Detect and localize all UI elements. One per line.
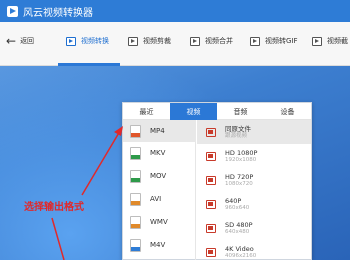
preset-text: 640P 960x640 bbox=[225, 197, 249, 212]
video-preset-icon bbox=[206, 223, 216, 233]
preset-name: 640P bbox=[225, 196, 242, 205]
file-format-icon bbox=[130, 192, 141, 206]
back-button[interactable]: ← 返回 bbox=[6, 34, 35, 48]
preset-resolution: 跟源视频 bbox=[225, 132, 248, 139]
format-name: MP4 bbox=[150, 127, 165, 135]
annotation-label: 选择输出格式 bbox=[24, 202, 84, 213]
tool-video-screenshot[interactable]: 视频截 bbox=[312, 36, 348, 46]
video-preset-icon bbox=[206, 127, 216, 137]
file-format-icon bbox=[130, 169, 141, 183]
tool-video-crop[interactable]: 视频剪裁 bbox=[128, 36, 171, 46]
format-name: M4V bbox=[150, 241, 166, 249]
preset-item-sd-480p[interactable]: SD 480P 640x480 bbox=[197, 216, 311, 240]
preset-text: HD 720P 1080x720 bbox=[225, 173, 253, 188]
format-item-mov[interactable]: MOV bbox=[123, 165, 196, 187]
back-arrow-icon: ← bbox=[6, 34, 17, 48]
format-name: WMV bbox=[150, 218, 168, 226]
file-format-icon bbox=[130, 146, 141, 160]
video-preset-icon bbox=[206, 151, 216, 161]
app-logo-icon bbox=[7, 5, 18, 17]
toolbar: ← 返回 视频转换 视频剪裁 视频合并 视频转GIF 视频截 bbox=[0, 22, 350, 66]
format-item-mkv[interactable]: MKV bbox=[123, 142, 196, 164]
video-crop-icon bbox=[128, 36, 138, 46]
tab-recent[interactable]: 最近 bbox=[123, 103, 170, 120]
preset-text: SD 480P 640x480 bbox=[225, 221, 253, 236]
tool-label: 视频转GIF bbox=[265, 37, 298, 45]
video-convert-icon bbox=[66, 36, 76, 46]
format-category-tabs: 最近 视频 音频 设备 bbox=[123, 103, 311, 120]
preset-name: HD 720P bbox=[225, 172, 254, 181]
format-item-m4v[interactable]: M4V bbox=[123, 234, 196, 256]
preset-item-hd-1080p[interactable]: HD 1080P 1920x1080 bbox=[197, 144, 311, 168]
tool-label: 视频截 bbox=[327, 37, 348, 45]
video-preset-icon bbox=[206, 175, 216, 185]
file-format-icon bbox=[130, 238, 141, 252]
preset-name: HD 1080P bbox=[225, 148, 258, 157]
back-label: 返回 bbox=[20, 37, 35, 45]
video-gif-icon bbox=[250, 36, 260, 46]
tool-video-merge[interactable]: 视频合并 bbox=[190, 36, 233, 46]
preset-item-hd-720p[interactable]: HD 720P 1080x720 bbox=[197, 168, 311, 192]
preset-resolution: 640x480 bbox=[225, 228, 250, 235]
video-preset-icon bbox=[206, 199, 216, 209]
tool-label: 视频合并 bbox=[205, 37, 233, 45]
file-format-icon bbox=[130, 215, 141, 229]
tool-video-convert[interactable]: 视频转换 bbox=[66, 36, 109, 46]
preset-text: 同原文件 跟源视频 bbox=[225, 125, 251, 140]
title-bar: 风云视频转换器 bbox=[0, 0, 350, 22]
format-name: MKV bbox=[150, 149, 166, 157]
file-format-icon bbox=[130, 124, 141, 138]
format-list: MP4 MKV MOV AVI WMV M4V bbox=[123, 120, 196, 260]
tab-video[interactable]: 视频 bbox=[170, 103, 217, 120]
app-window: 风云视频转换器 ← 返回 视频转换 视频剪裁 视频合并 视频转GIF 视频截 最… bbox=[0, 0, 350, 260]
tool-video-gif[interactable]: 视频转GIF bbox=[250, 36, 298, 46]
video-screenshot-icon bbox=[312, 36, 322, 46]
format-item-wmv[interactable]: WMV bbox=[123, 211, 196, 233]
preset-item-same-as-source[interactable]: 同原文件 跟源视频 bbox=[197, 120, 311, 144]
format-name: MOV bbox=[150, 172, 167, 180]
format-item-avi[interactable]: AVI bbox=[123, 188, 196, 210]
preset-resolution: 1920x1080 bbox=[225, 156, 257, 163]
preset-list: 同原文件 跟源视频 HD 1080P 1920x1080 HD 720P 108… bbox=[197, 120, 311, 260]
preset-text: 4K Video 4096x2160 bbox=[225, 245, 256, 260]
preset-text: HD 1080P 1920x1080 bbox=[225, 149, 257, 164]
tool-label: 视频转换 bbox=[81, 37, 109, 45]
video-merge-icon bbox=[190, 36, 200, 46]
format-panel: 最近 视频 音频 设备 MP4 MKV MOV AVI WMV M4V 同原文件… bbox=[122, 102, 312, 260]
preset-resolution: 4096x2160 bbox=[225, 252, 257, 259]
tool-label: 视频剪裁 bbox=[143, 37, 171, 45]
preset-resolution: 960x640 bbox=[225, 204, 250, 211]
format-item-mp4[interactable]: MP4 bbox=[123, 120, 196, 142]
preset-name: 同原文件 bbox=[225, 124, 251, 133]
preset-name: 4K Video bbox=[225, 244, 254, 253]
preset-resolution: 1080x720 bbox=[225, 180, 253, 187]
app-title: 风云视频转换器 bbox=[23, 7, 93, 19]
tab-device[interactable]: 设备 bbox=[264, 103, 311, 120]
format-name: AVI bbox=[150, 195, 162, 203]
preset-item-4k-video[interactable]: 4K Video 4096x2160 bbox=[197, 240, 311, 260]
preset-item-640p[interactable]: 640P 960x640 bbox=[197, 192, 311, 216]
tab-audio[interactable]: 音频 bbox=[217, 103, 264, 120]
preset-name: SD 480P bbox=[225, 220, 253, 229]
video-preset-icon bbox=[206, 247, 216, 257]
